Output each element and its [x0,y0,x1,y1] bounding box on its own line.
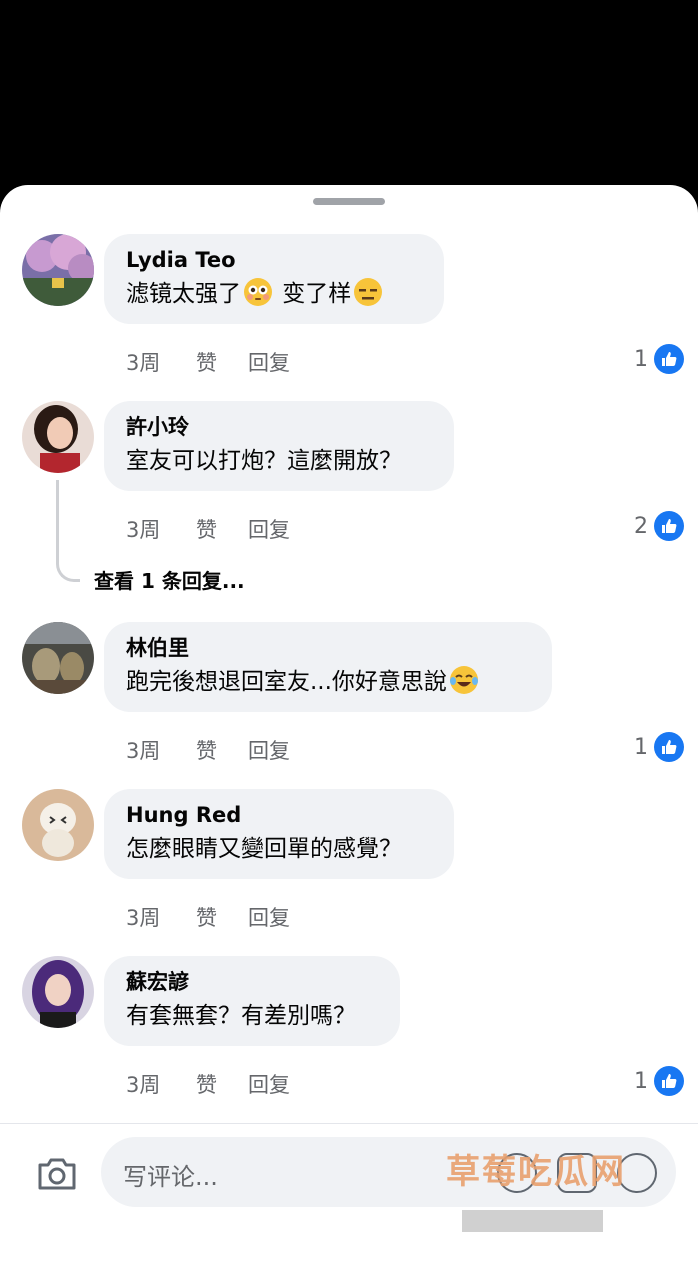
reply-thread-line [56,480,80,582]
reaction-count: 1 [634,734,648,760]
reply-button[interactable]: 回复 [248,1069,290,1099]
thumbs-up-icon [654,344,684,374]
watermark: 草莓吃瓜网 [446,1152,626,1192]
reaction-count: 1 [634,346,648,372]
tears-of-joy-emoji-icon [449,666,478,694]
comment-timestamp: 3周 [126,739,161,763]
comment-timestamp: 3周 [126,518,161,542]
comment-author[interactable]: Lydia Teo [126,247,422,273]
comment-bubble[interactable]: Lydia Teo 滤镜太强了 变了样 [104,234,444,324]
reply-button[interactable]: 回复 [248,347,290,377]
like-button[interactable]: 赞 [196,902,248,932]
comment-bubble[interactable]: 蘇宏諺 有套無套？有差別嗎？ [104,956,400,1046]
comment-actions: 3周 赞回复 [126,735,290,765]
comment-actions: 3周 赞回复 [126,347,290,377]
comment-text: 滤镜太强了 变了样 [126,277,422,311]
reaction-summary[interactable]: 2 [634,511,684,541]
thumbs-up-icon [654,732,684,762]
reply-button[interactable]: 回复 [248,735,290,765]
reply-button[interactable]: 回复 [248,902,290,932]
comment-bubble[interactable]: Hung Red 怎麼眼睛又變回單的感覺？ [104,789,454,879]
reaction-count: 2 [634,513,648,539]
reaction-summary[interactable]: 1 [634,344,684,374]
comment-text: 跑完後想退回室友...你好意思說 [126,665,530,699]
reaction-summary[interactable]: 1 [634,1066,684,1096]
like-button[interactable]: 赞 [196,514,248,544]
like-button[interactable]: 赞 [196,1069,248,1099]
avatar[interactable] [22,401,94,473]
comment-bubble[interactable]: 林伯里 跑完後想退回室友...你好意思說 [104,622,552,712]
reaction-summary[interactable]: 1 [634,732,684,762]
like-button[interactable]: 赞 [196,735,248,765]
comment-timestamp: 3周 [126,351,161,375]
thumbs-up-icon [654,1066,684,1096]
comment-timestamp: 3周 [126,906,161,930]
sheet-drag-handle[interactable] [313,198,385,205]
watermark-url: www.cmcgw.com [462,1210,603,1232]
comment-bubble[interactable]: 許小玲 室友可以打炮？這麼開放？ [104,401,454,491]
comment-timestamp: 3周 [126,1073,161,1097]
avatar[interactable] [22,622,94,694]
comment-text: 怎麼眼睛又變回單的感覺？ [126,836,402,862]
comment-actions: 3周 赞回复 [126,902,290,932]
comment-actions: 3周 赞回复 [126,1069,290,1099]
avatar[interactable] [22,789,94,861]
like-button[interactable]: 赞 [196,347,248,377]
comment-text: 有套無套？有差別嗎？ [126,1003,356,1029]
comment-input-placeholder: 写评论... [123,1163,218,1191]
comment-actions: 3周 赞回复 [126,514,290,544]
reaction-count: 1 [634,1068,648,1094]
thumbs-up-icon [654,511,684,541]
camera-icon[interactable] [36,1156,78,1192]
comment-text: 室友可以打炮？這麼開放？ [126,448,402,474]
flushed-face-emoji-icon [244,278,272,306]
comments-sheet: Lydia Teo 滤镜太强了 变了样 3周赞回复 1 許小玲 室友可以打炮？這… [0,185,698,1280]
view-replies-link[interactable]: 查看 1 条回复... [94,565,245,594]
comment-author[interactable]: 蘇宏諺 [126,969,378,995]
comment-author[interactable]: 林伯里 [126,635,530,661]
comment-author[interactable]: 許小玲 [126,414,432,440]
comment-composer: 写评论... 草莓吃瓜网 www.cmcgw.com [0,1123,698,1280]
reply-button[interactable]: 回复 [248,514,290,544]
comment-author[interactable]: Hung Red [126,802,432,828]
avatar[interactable] [22,234,94,306]
avatar[interactable] [22,956,94,1028]
expressionless-face-emoji-icon [354,278,383,306]
